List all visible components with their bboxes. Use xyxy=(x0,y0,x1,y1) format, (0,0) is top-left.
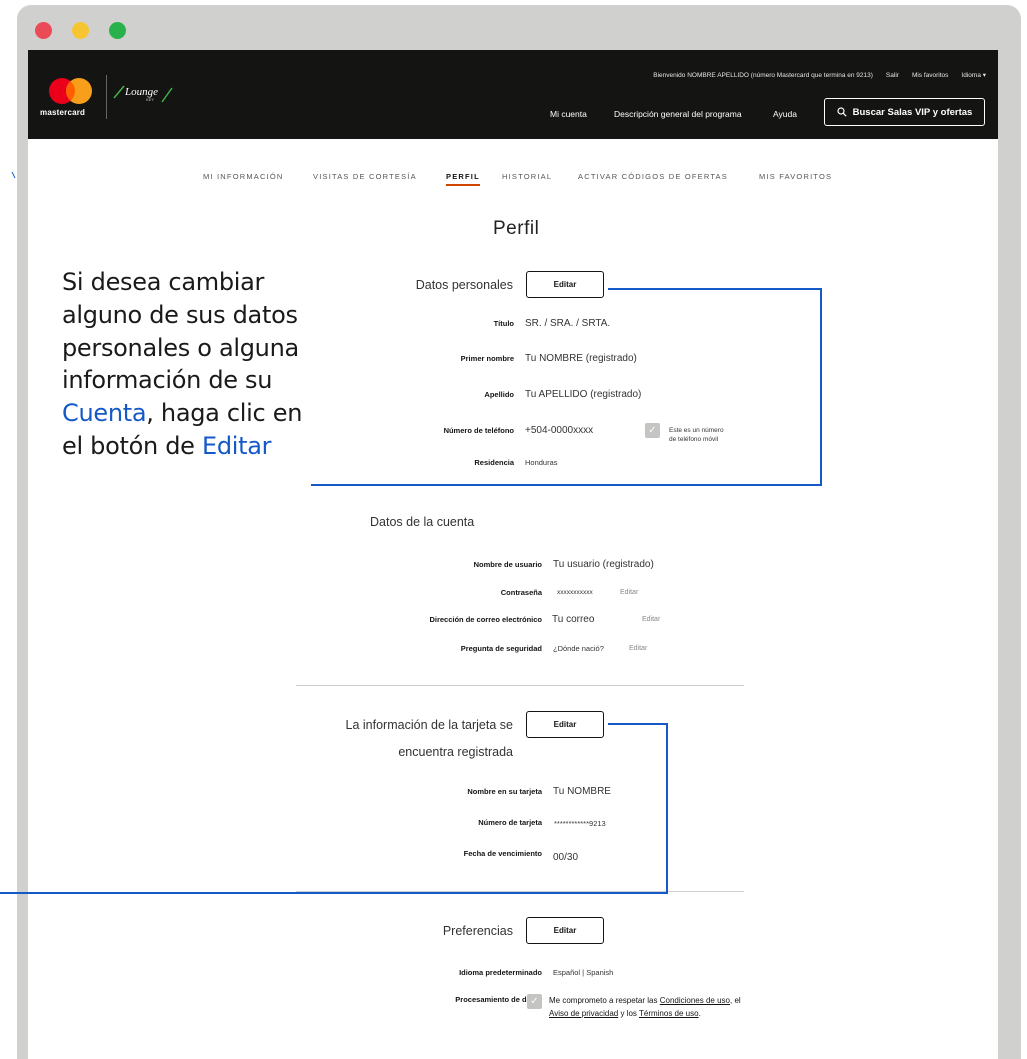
privacy-notice-link[interactable]: Aviso de privacidad xyxy=(549,1009,618,1018)
tab-perfil[interactable]: PERFIL xyxy=(446,172,480,181)
language-menu[interactable]: Idioma ▾ xyxy=(961,72,986,79)
callout-line-2: alguno de sus datos xyxy=(62,300,298,329)
data-processing-text: Me comprometo a respetar las Condiciones… xyxy=(549,995,749,1020)
page-content: mastercard Lounge KEY Bienvenido NOMBRE … xyxy=(28,50,998,1059)
consent-text-1: Me comprometo a respetar las xyxy=(549,996,660,1005)
personal-data-title: Datos personales xyxy=(415,278,513,292)
security-question-label: Pregunta de seguridad xyxy=(460,644,542,653)
preferences-title: Preferencias xyxy=(442,924,513,938)
edit-preferences-button[interactable]: Editar xyxy=(526,917,604,944)
card-name-value: Tu NOMBRE xyxy=(553,786,611,797)
search-lounges-button[interactable]: Buscar Salas VIP y ofertas xyxy=(824,98,985,126)
page-title: Perfil xyxy=(493,218,540,239)
mastercard-wordmark: mastercard xyxy=(40,108,86,117)
section-divider xyxy=(296,685,744,686)
window-minimize-button[interactable] xyxy=(72,22,89,39)
first-name-value: Tu NOMBRE (registrado) xyxy=(525,353,637,364)
residence-label: Residencia xyxy=(474,458,514,467)
mobile-phone-line-1: Este es un número xyxy=(669,427,724,434)
card-name-label: Nombre en su tarjeta xyxy=(467,787,542,796)
stray-mark xyxy=(11,171,16,179)
window-maximize-button[interactable] xyxy=(109,22,126,39)
site-header: mastercard Lounge KEY Bienvenido NOMBRE … xyxy=(28,50,998,139)
callout-cuenta: Cuenta xyxy=(62,399,147,428)
instruction-callout: Si desea cambiar alguno de sus datos per… xyxy=(62,266,302,463)
security-question-value: ¿Dónde nació? xyxy=(553,644,604,653)
welcome-text: Bienvenido NOMBRE APELLIDO (número Maste… xyxy=(653,72,873,79)
mastercard-logo-icon[interactable] xyxy=(41,76,105,106)
window-close-button[interactable] xyxy=(35,22,52,39)
expiry-value: 00/30 xyxy=(553,852,579,863)
tab-mis-favoritos[interactable]: MIS FAVORITOS xyxy=(759,172,832,181)
nav-program-overview[interactable]: Descripción general del programa xyxy=(614,109,742,119)
mobile-phone-checkbox[interactable]: ✓ xyxy=(645,423,660,438)
card-number-value: ************9213 xyxy=(554,819,606,828)
active-tab-indicator xyxy=(446,184,480,186)
edit-personal-button[interactable]: Editar xyxy=(526,271,604,298)
edit-security-question-link[interactable]: Editar xyxy=(629,645,647,652)
loungekey-logo-icon[interactable]: Lounge KEY xyxy=(112,78,176,112)
consent-text-3: y los xyxy=(618,1008,639,1018)
last-name-value: Tu APELLIDO (registrado) xyxy=(525,389,642,400)
search-icon xyxy=(837,107,847,117)
email-label: Dirección de correo electrónico xyxy=(429,615,542,624)
consent-text-4: . xyxy=(698,1008,701,1018)
mobile-phone-line-2: de teléfono móvil xyxy=(669,436,719,443)
first-name-label: Primer nombre xyxy=(460,354,514,363)
card-number-label: Número de tarjeta xyxy=(478,818,542,827)
lounge-key-label: KEY xyxy=(146,97,154,102)
title-label: Título xyxy=(493,319,514,328)
phone-value: +504-0000xxxx xyxy=(525,425,594,436)
default-language-label: Idioma predeterminado xyxy=(459,968,542,977)
logout-link[interactable]: Salir xyxy=(886,72,899,79)
account-data-title: Datos de la cuenta xyxy=(370,515,475,529)
username-value: Tu usuario (registrado) xyxy=(553,559,654,570)
nav-my-account[interactable]: Mi cuenta xyxy=(550,109,587,119)
consent-text-2: , el xyxy=(730,996,741,1005)
conditions-of-use-link[interactable]: Condiciones de uso xyxy=(660,996,730,1005)
edit-email-link[interactable]: Editar xyxy=(642,616,660,623)
password-value: xxxxxxxxxxx xyxy=(557,589,593,596)
tab-mi-informacion[interactable]: MI INFORMACIÓN xyxy=(203,172,284,181)
tab-historial[interactable]: HISTORIAL xyxy=(502,172,552,181)
data-processing-checkbox[interactable]: ✓ xyxy=(527,994,542,1009)
edit-password-link[interactable]: Editar xyxy=(620,589,638,596)
callout-line-4: información de su xyxy=(62,366,273,395)
email-value: Tu correo xyxy=(552,614,595,625)
callout-editar: Editar xyxy=(201,431,272,460)
logo-divider xyxy=(106,75,107,119)
default-language-value: Español | Spanish xyxy=(553,968,614,977)
header-top-links: Bienvenido NOMBRE APELLIDO (número Maste… xyxy=(653,71,986,79)
title-value: SR. / SRA. / SRTA. xyxy=(525,318,611,329)
callout-line-6-prefix: el botón de xyxy=(62,431,202,460)
section-divider xyxy=(296,891,744,892)
card-section-title-line1: La información de la tarjeta se xyxy=(345,718,513,732)
password-label: Contraseña xyxy=(500,588,542,597)
callout-line-3: personales o alguna xyxy=(62,333,299,362)
phone-label: Número de teléfono xyxy=(443,426,514,435)
tab-activar-codigos[interactable]: ACTIVAR CÓDIGOS DE OFERTAS xyxy=(578,172,728,181)
search-button-label: Buscar Salas VIP y ofertas xyxy=(852,106,973,118)
terms-of-use-link[interactable]: Términos de uso xyxy=(639,1009,699,1018)
callout-line-5-rest: , haga clic en xyxy=(146,399,303,428)
callout-line-5: Cuenta, haga clic en xyxy=(62,397,302,430)
header-favorites-link[interactable]: Mis favoritos xyxy=(912,72,948,79)
username-label: Nombre de usuario xyxy=(473,560,542,569)
nav-help[interactable]: Ayuda xyxy=(773,109,797,119)
callout-line-1: Si desea cambiar xyxy=(62,268,265,296)
expiry-label: Fecha de vencimiento xyxy=(463,849,542,858)
last-name-label: Apellido xyxy=(484,390,514,399)
mobile-phone-checkbox-label: Este es un número de teléfono móvil xyxy=(669,426,724,444)
edit-card-button[interactable]: Editar xyxy=(526,711,604,738)
residence-value: Honduras xyxy=(525,458,558,467)
callout-line-6: el botón de Editar xyxy=(62,430,302,463)
tab-visitas-cortesia[interactable]: VISITAS DE CORTESÍA xyxy=(313,172,417,181)
card-section-title-line2: encuentra registrada xyxy=(398,745,513,759)
